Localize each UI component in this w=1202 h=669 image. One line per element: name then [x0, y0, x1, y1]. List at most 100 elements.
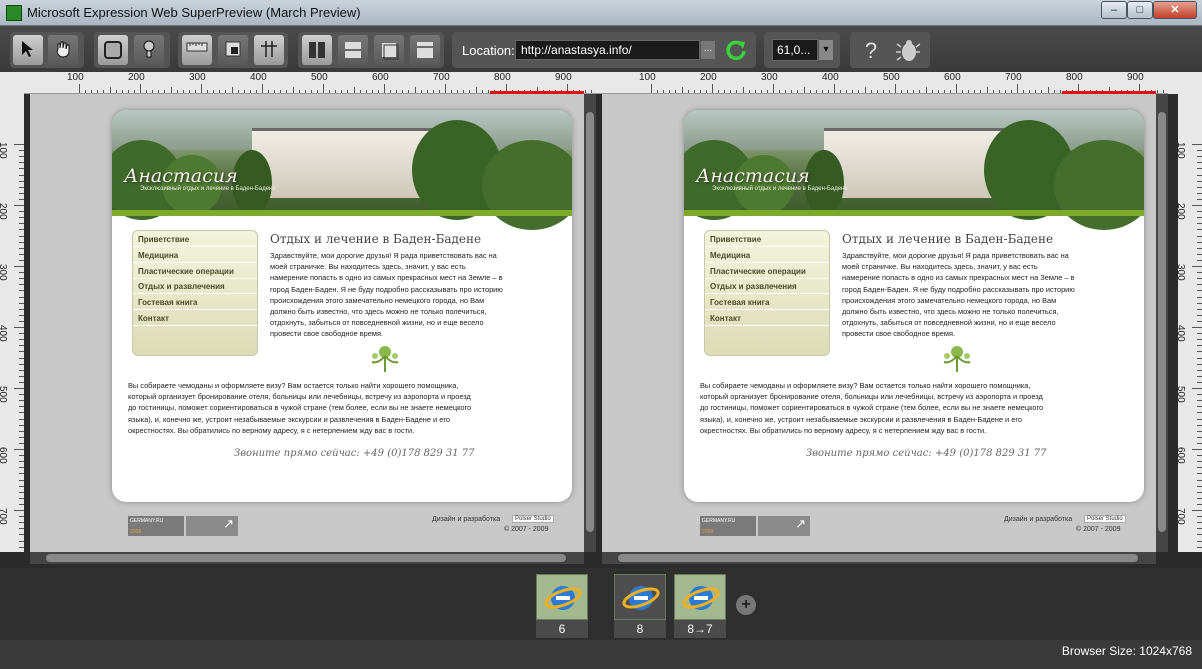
single-layout-button[interactable]: [410, 35, 440, 65]
ruler-tick: [19, 278, 24, 280]
right-vertical-scroll-thumb[interactable]: [1158, 112, 1166, 532]
body-line: языка), и, конечно же, устроит незабывае…: [700, 414, 1022, 424]
browser-tile[interactable]: 8: [614, 574, 666, 638]
url-input[interactable]: http://anastasya.info/: [515, 40, 700, 60]
close-button[interactable]: ✕: [1153, 1, 1197, 19]
site-logo[interactable]: Анастасия: [124, 165, 238, 187]
germany-ru-badge[interactable]: GERMANY.RU 2008: [128, 516, 184, 536]
highlight-button[interactable]: [98, 35, 128, 65]
intro-line: должно быть известно, что здесь можно не…: [270, 307, 487, 317]
menu-item[interactable]: Гостевая книга: [705, 294, 829, 311]
help-button[interactable]: ?: [858, 38, 884, 64]
ruler-tick: [1197, 284, 1202, 286]
dom-inspect-button[interactable]: [134, 35, 164, 65]
design-credit: Дизайн и разработка: [1004, 516, 1073, 523]
url-browse-button[interactable]: ...: [700, 40, 716, 60]
horizontal-split-icon: [345, 42, 361, 58]
pan-tool-button[interactable]: [48, 35, 78, 65]
studio-badge[interactable]: Polser Studio: [512, 515, 554, 523]
ruler-tick: [19, 192, 24, 194]
left-vertical-scrollbar[interactable]: [584, 94, 596, 552]
maximize-button[interactable]: □: [1127, 1, 1153, 19]
ruler-tick: [1192, 144, 1202, 145]
ruler-icon: [186, 42, 208, 52]
menu-item[interactable]: Пластические операции: [133, 263, 257, 279]
ruler-tick: [262, 84, 263, 93]
guides-button[interactable]: [254, 35, 284, 65]
left-horizontal-scroll-thumb[interactable]: [46, 554, 566, 562]
menu-item[interactable]: Приветствие: [133, 231, 257, 247]
menu-item[interactable]: Отдых и развлечения: [133, 278, 257, 295]
side-by-side-layout-button[interactable]: [302, 35, 332, 65]
refresh-button[interactable]: [724, 38, 748, 62]
ruler-tick: [925, 87, 927, 93]
ruler-tick: [1197, 211, 1202, 213]
web-page: Анастасия Эксклюзивный отдых и лечение в…: [684, 110, 1144, 502]
ruler-tick: [19, 406, 24, 408]
intro-line: происхождения этого замечательно немецко…: [842, 295, 1057, 305]
left-vertical-scroll-thumb[interactable]: [586, 112, 594, 532]
ruler-label: 300: [0, 264, 8, 281]
zoom-input[interactable]: 61,0...: [772, 39, 818, 61]
menu-item[interactable]: Медицина: [133, 247, 257, 263]
right-vertical-scrollbar[interactable]: [1156, 94, 1168, 552]
site-logo[interactable]: Анастасия: [696, 165, 810, 187]
germany-ru-badge[interactable]: GERMANY.RU 2008: [700, 516, 756, 536]
menu-item[interactable]: Контакт: [133, 310, 257, 326]
ruler-button[interactable]: [182, 35, 212, 65]
counter-badge[interactable]: ↗: [186, 516, 238, 536]
ruler-tick: [1197, 162, 1202, 164]
ruler-tick: [864, 87, 866, 93]
ruler-tick: [19, 534, 24, 536]
zoom-dropdown-button[interactable]: ▾: [818, 39, 834, 61]
right-browser-view[interactable]: Анастасия Эксклюзивный отдых и лечение в…: [602, 94, 1156, 552]
ruler-tick: [1197, 491, 1202, 493]
left-horizontal-scrollbar[interactable]: [30, 552, 584, 564]
ruler-tick: [19, 272, 24, 274]
stacked-layout-button[interactable]: [338, 35, 368, 65]
ruler-tick: [742, 87, 744, 93]
intro-line: город Баден-Баден. Я не буду подробно ра…: [842, 284, 1075, 294]
minimize-button[interactable]: –: [1101, 1, 1127, 19]
ruler-tick: [19, 430, 24, 432]
ruler-tick: [1197, 253, 1202, 255]
ruler-tick: [1197, 461, 1202, 463]
ruler-tick: [1197, 534, 1202, 536]
intro-line: Здравствуйте, мои дорогие друзья! Я рада…: [270, 251, 497, 260]
menu-item[interactable]: Отдых и развлечения: [705, 278, 829, 295]
ruler-tick: [1197, 168, 1202, 170]
ruler-tick: [895, 84, 896, 93]
ruler-tick: [1197, 424, 1202, 426]
browser-tile[interactable]: 6: [536, 574, 588, 638]
ruler-tick: [19, 320, 24, 322]
ruler-tick: [1197, 473, 1202, 475]
right-horizontal-scrollbar[interactable]: [602, 552, 1156, 564]
ruler-tick: [19, 394, 24, 396]
left-browser-view[interactable]: Анастасия Эксклюзивный отдых и лечение в…: [30, 94, 584, 552]
body-line: Вы собираете чемоданы и оформляете визу?…: [128, 381, 459, 390]
right-horizontal-scroll-thumb[interactable]: [618, 554, 1138, 562]
ruler-tick: [1197, 485, 1202, 487]
menu-item[interactable]: Гостевая книга: [133, 294, 257, 311]
studio-badge[interactable]: Polser Studio: [1084, 515, 1126, 523]
menu-item[interactable]: Приветствие: [705, 231, 829, 247]
ruler-tick: [19, 357, 24, 359]
ruler-tick: [681, 87, 683, 93]
browser-tile[interactable]: 8→7: [674, 574, 726, 638]
ruler-tick: [19, 290, 24, 292]
ruler-tick: [651, 84, 652, 93]
menu-item[interactable]: Медицина: [705, 247, 829, 263]
menu-item[interactable]: Пластические операции: [705, 263, 829, 279]
add-browser-button[interactable]: +: [736, 595, 756, 615]
ruler-label: 600: [372, 72, 389, 83]
bug-report-button[interactable]: [894, 38, 922, 64]
overlay-button[interactable]: [218, 35, 248, 65]
internet-explorer-icon: [544, 586, 582, 610]
overlay-layout-button[interactable]: [374, 35, 404, 65]
select-tool-button[interactable]: [13, 35, 43, 65]
ruler-tick: [19, 186, 24, 188]
refresh-icon: [726, 40, 746, 61]
ruler-tick: [19, 223, 24, 225]
counter-badge[interactable]: ↗: [758, 516, 810, 536]
menu-item[interactable]: Контакт: [705, 310, 829, 326]
